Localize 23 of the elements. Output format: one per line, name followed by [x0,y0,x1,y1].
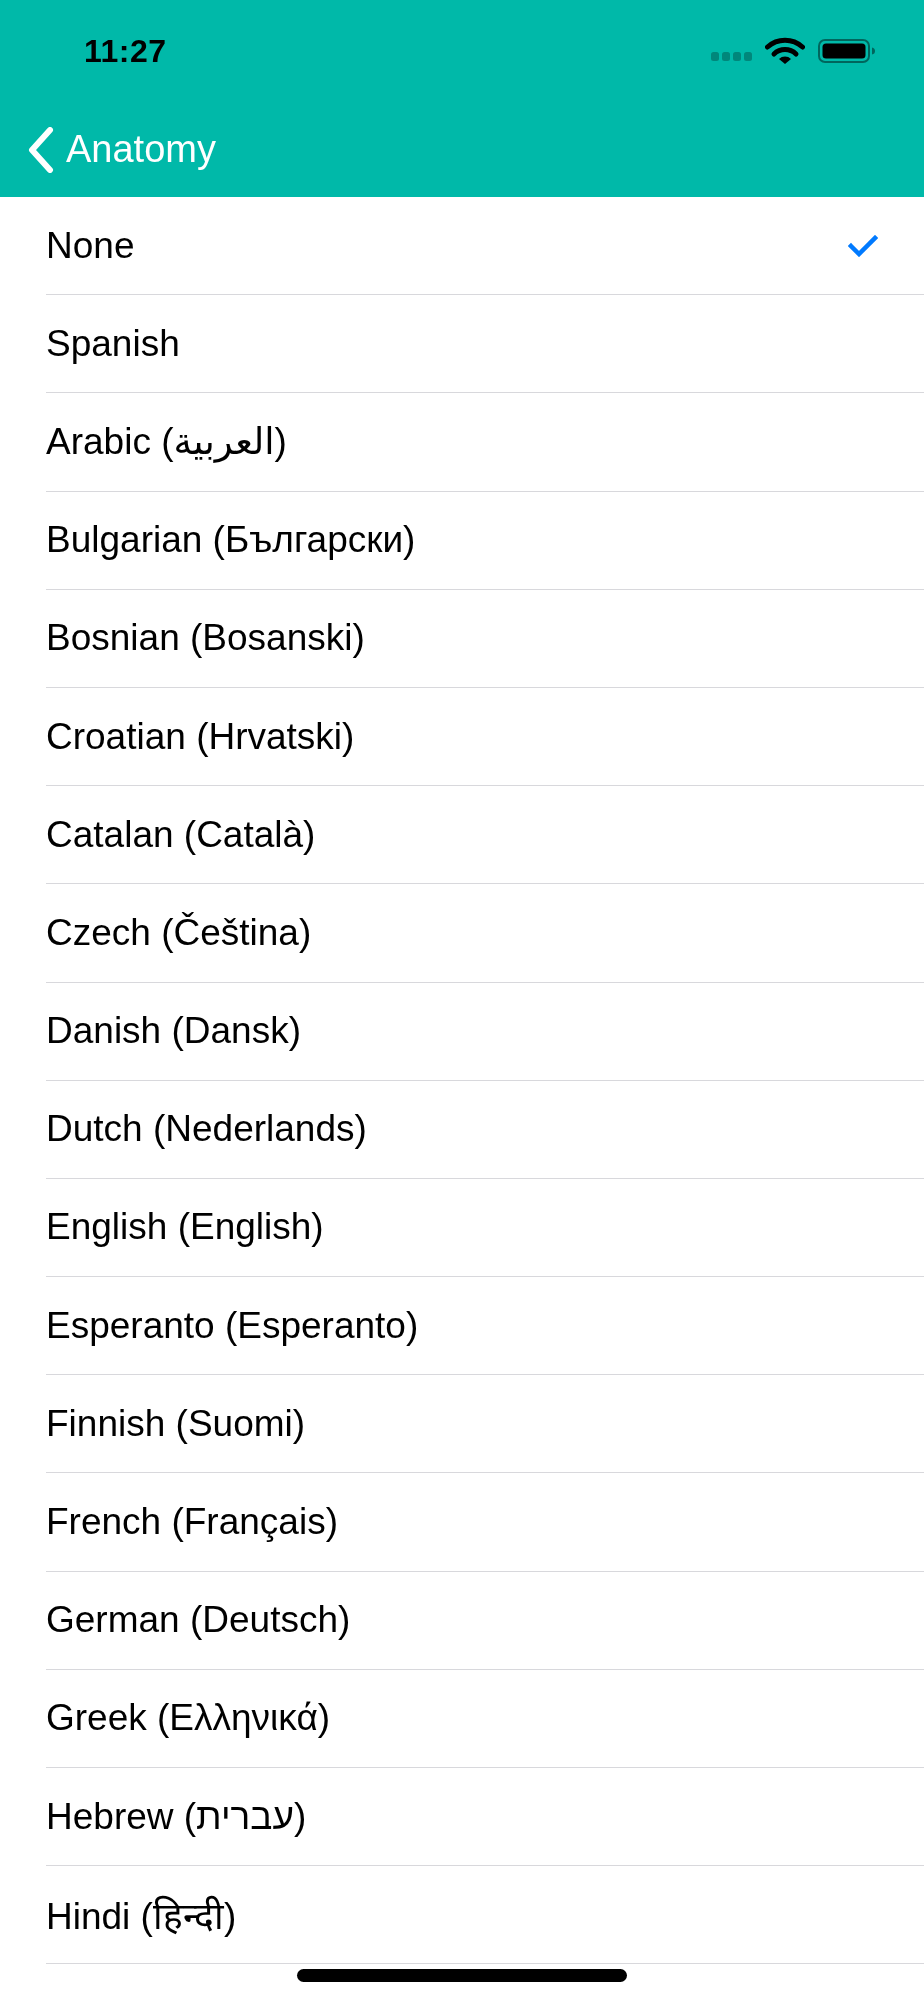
language-option[interactable]: English (English) [46,1178,924,1278]
language-option[interactable]: Danish (Dansk) [46,982,924,1081]
language-option[interactable]: Esperanto (Esperanto) [46,1277,924,1376]
language-option[interactable]: Catalan (Català) [46,786,924,885]
language-option[interactable]: Hindi (हिन्दी) [46,1866,924,1965]
language-option[interactable]: German (Deutsch) [46,1571,924,1670]
language-option[interactable]: Bulgarian (Български) [46,491,924,590]
status-time: 11:27 [84,32,167,70]
wifi-icon [765,37,805,65]
language-option[interactable]: French (Français) [46,1473,924,1572]
language-option[interactable]: Greek (Ελληνικά) [46,1669,924,1768]
language-option[interactable]: None [46,197,924,296]
language-option[interactable]: Spanish [46,295,924,394]
language-option[interactable]: Finnish (Suomi) [46,1375,924,1474]
language-option[interactable]: Hebrew (עברית) [46,1768,924,1867]
chevron-left-icon [28,126,54,173]
language-option[interactable]: Croatian (Hrvatski) [46,687,924,787]
battery-icon [818,39,875,63]
language-option[interactable]: Bosnian (Bosanski) [46,589,924,688]
signal-dots-icon [711,51,752,61]
language-option[interactable]: Dutch (Nederlands) [46,1080,924,1179]
language-option[interactable]: Czech (Čeština) [46,884,924,983]
language-option[interactable]: Arabic (العربية) [46,393,924,492]
